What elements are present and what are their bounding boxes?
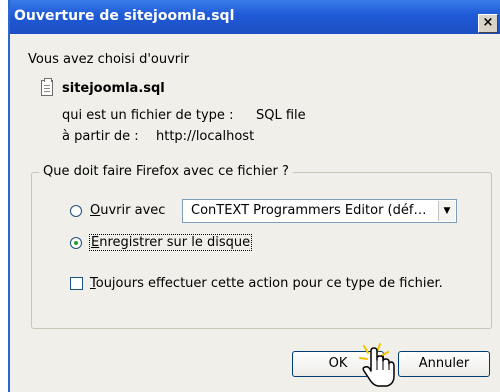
file-name: sitejoomla.sql: [62, 81, 165, 96]
open-with-accesskey: O: [90, 203, 101, 218]
always-do-label[interactable]: Toujours effectuer cette action pour ce …: [90, 276, 443, 291]
save-to-disk-radio[interactable]: [70, 237, 82, 249]
save-to-disk-accesskey: E: [91, 235, 100, 250]
cancel-button[interactable]: Annuler: [398, 351, 490, 377]
save-to-disk-label[interactable]: Enregistrer sur le disque: [89, 234, 253, 251]
title-bar[interactable]: Ouverture de sitejoomla.sql ×: [10, 0, 500, 34]
open-with-label[interactable]: Ouvrir avec: [90, 203, 165, 218]
close-icon: ×: [482, 15, 494, 30]
close-button[interactable]: ×: [478, 14, 498, 33]
application-select-value: ConTEXT Programmers Editor (déf…: [191, 203, 427, 218]
open-with-radio[interactable]: [70, 205, 82, 217]
window-title: Ouverture de sitejoomla.sql: [14, 8, 235, 24]
intro-text: Vous avez choisi d'ouvrir: [28, 52, 190, 67]
file-type-label: qui est un fichier de type :: [62, 108, 234, 123]
chevron-down-icon[interactable]: ▼: [438, 201, 455, 221]
file-type-value: SQL file: [256, 108, 306, 123]
file-source-value: http://localhost: [156, 129, 255, 144]
save-to-disk-label-text: nregistrer sur le disque: [99, 235, 251, 250]
file-icon: [41, 78, 53, 96]
application-select[interactable]: ConTEXT Programmers Editor (déf… ▼: [182, 199, 457, 223]
hand-cursor-icon: [359, 343, 395, 387]
always-do-checkbox[interactable]: [70, 277, 83, 290]
open-with-label-text: uvrir avec: [100, 203, 166, 218]
always-do-label-text: oujours effectuer cette action pour ce t…: [95, 276, 443, 291]
action-group-legend: Que doit faire Firefox avec ce fichier ?: [39, 164, 293, 179]
download-dialog: Ouverture de sitejoomla.sql × Vous avez …: [8, 0, 500, 392]
file-source-label: à partir de :: [62, 129, 139, 144]
